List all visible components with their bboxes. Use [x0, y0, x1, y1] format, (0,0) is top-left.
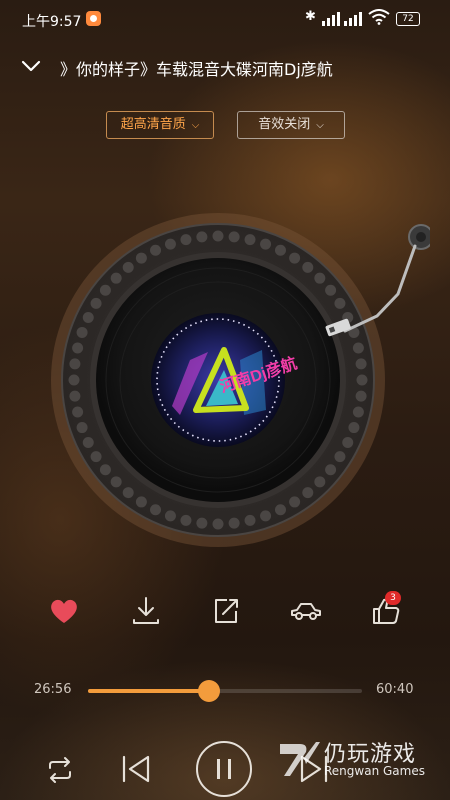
platter-dot [244, 514, 256, 526]
pause-icon [217, 759, 231, 779]
platter-dot [228, 517, 240, 529]
platter-dot [196, 517, 208, 529]
platter-dot [90, 451, 102, 463]
platter-dot [348, 422, 360, 434]
platter-dot [244, 234, 256, 246]
platter-dot [334, 297, 346, 309]
sound-effect-label: 音效关闭 [258, 117, 311, 132]
bluetooth-icon: ✱ [305, 9, 316, 24]
sound-quality-button[interactable]: 超高清音质 ⌵ [106, 111, 214, 139]
platter-dot [150, 504, 162, 516]
platter-dot [274, 504, 286, 516]
comment-button[interactable]: 3 [369, 591, 403, 628]
status-bar: 上午9:57 ✱ 72 [0, 0, 450, 38]
app-notification-icon [86, 11, 101, 26]
platter-dot [180, 514, 192, 526]
platter-dot [355, 358, 367, 370]
turntable: 河南Dj彦航 [51, 213, 430, 547]
platter-dot [68, 374, 80, 386]
status-time: 上午9:57 [22, 14, 82, 30]
platter-dot [355, 390, 367, 402]
current-time: 26:56 [34, 682, 72, 697]
platter-dot [164, 510, 176, 522]
action-bar: 3 [0, 591, 450, 628]
platter-dot [99, 464, 111, 476]
sound-effect-button[interactable]: 音效关闭 ⌵ [237, 111, 345, 139]
seek-thumb[interactable] [197, 680, 220, 702]
platter-dot [122, 487, 134, 499]
platter-dot [302, 261, 314, 273]
platter-dot [314, 476, 326, 488]
platter-dot [260, 238, 272, 250]
platter-dot [196, 231, 208, 243]
comment-count-badge: 3 [385, 591, 401, 605]
platter-dot [356, 374, 368, 386]
platter-dot [122, 261, 134, 273]
platter-dot [289, 496, 301, 508]
platter-dot [164, 238, 176, 250]
platter-dot [302, 487, 314, 499]
platter-dot [90, 297, 102, 309]
wifi-icon [368, 9, 390, 25]
platter-dot [69, 390, 81, 402]
chevron-down-icon: ⌵ [316, 120, 324, 131]
total-time: 60:40 [376, 682, 414, 697]
progress-bar: 26:56 60:40 [0, 676, 450, 704]
repeat-icon[interactable] [44, 756, 76, 784]
heart-icon[interactable] [47, 594, 81, 628]
platter-dot [289, 252, 301, 264]
watermark-subtitle: Rengwan Games [324, 764, 425, 778]
platter-dot [180, 234, 192, 246]
platter-dot [76, 326, 88, 338]
platter-dot [212, 230, 224, 242]
platter-dot [325, 464, 337, 476]
chevron-down-icon: ⌵ [191, 120, 200, 131]
platter-dot [72, 342, 84, 354]
previous-icon[interactable] [119, 753, 153, 785]
battery-indicator: 72 [396, 12, 420, 26]
platter-dot [76, 422, 88, 434]
pause-button[interactable] [196, 741, 252, 797]
platter-dot [314, 272, 326, 284]
signal-icon-2 [344, 12, 362, 26]
platter-dot [212, 518, 224, 530]
platter-dot [334, 451, 346, 463]
seek-track[interactable] [88, 680, 362, 702]
platter-dot [82, 436, 94, 448]
platter-dot [352, 406, 364, 418]
platter-dot [110, 272, 122, 284]
player-header: 》你的样子》车载混音大碟河南Dj彦航 [0, 50, 450, 82]
watermark: 仍玩游戏 Rengwan Games [276, 736, 436, 782]
chevron-down-icon[interactable] [20, 56, 42, 76]
car-mode-icon[interactable] [289, 594, 323, 628]
platter-dot [135, 496, 147, 508]
watermark-logo-icon [280, 742, 320, 776]
platter-dot [274, 244, 286, 256]
platter-dot [110, 476, 122, 488]
share-icon[interactable] [209, 594, 243, 628]
platter-dot [150, 244, 162, 256]
platter-dot [260, 510, 272, 522]
platter-dot [352, 342, 364, 354]
signal-icon [322, 12, 340, 26]
platter-dot [342, 436, 354, 448]
platter-dot [135, 252, 147, 264]
platter-dot [72, 406, 84, 418]
seek-fill [88, 689, 209, 693]
platter-dot [228, 231, 240, 243]
platter-dot [69, 358, 81, 370]
platter-dot [82, 312, 94, 324]
sound-quality-label: 超高清音质 [120, 117, 186, 132]
song-title: 》你的样子》车载混音大碟河南Dj彦航 [60, 60, 333, 79]
download-icon[interactable] [129, 594, 163, 628]
platter-dot [99, 284, 111, 296]
platter-dot [325, 284, 337, 296]
